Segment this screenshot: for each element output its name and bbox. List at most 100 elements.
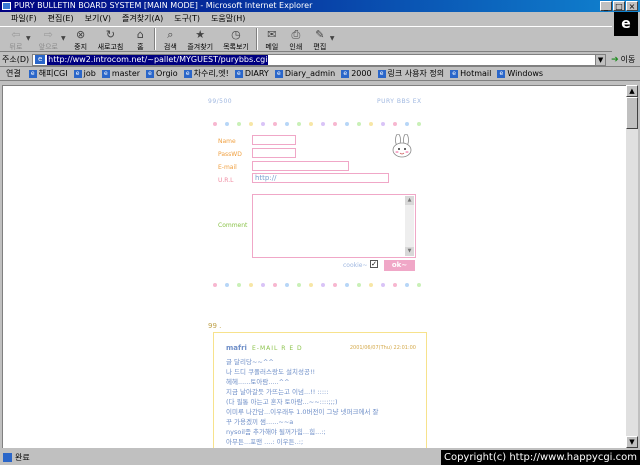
post-counter: 99/500 <box>208 98 233 105</box>
divider-dot <box>213 122 217 126</box>
post-author[interactable]: mafri <box>226 344 247 352</box>
back-button[interactable]: ⇦ 뒤로 <box>4 26 28 52</box>
link-item[interactable]: e DIARY <box>234 69 269 78</box>
stop-button[interactable]: ⊗ 중지 <box>69 26 93 52</box>
forward-dropdown-icon[interactable]: ▼ <box>61 35 66 42</box>
address-label: 주소(D) <box>2 55 30 64</box>
go-arrow-icon: ➔ <box>611 54 619 65</box>
link-page-icon: e <box>341 69 350 78</box>
link-page-icon: e <box>28 69 37 78</box>
post-card: mafri E-MAIL R E D 2001/06/07(Thu) 22:01… <box>213 332 427 448</box>
bunny-icon <box>392 134 412 158</box>
page-icon: e <box>35 55 46 64</box>
divider-dot <box>249 283 253 287</box>
link-page-icon: e <box>146 69 155 78</box>
divider-dot <box>345 283 349 287</box>
forward-button[interactable]: ⇨ 앞으로 <box>34 26 63 52</box>
post-number: 99 . <box>208 322 222 330</box>
dot-divider-top <box>213 122 421 126</box>
cookie-checkbox[interactable]: ✓ <box>370 260 378 268</box>
divider-dot <box>285 122 289 126</box>
menu-file[interactable]: 파일(F) <box>6 13 42 25</box>
menu-edit[interactable]: 편집(E) <box>43 13 79 25</box>
post-line: nysoil좀 추가해야 될꺼가힘...힘...:; <box>226 428 326 436</box>
divider-dot <box>297 122 301 126</box>
scroll-down-icon[interactable]: ▼ <box>626 436 638 448</box>
menu-favorites[interactable]: 즐겨찾기(A) <box>117 13 168 25</box>
divider-dot <box>309 283 313 287</box>
comment-textarea[interactable]: ▲ ▼ <box>252 194 416 258</box>
divider-dot <box>321 283 325 287</box>
edit-button[interactable]: ✎ 편집 <box>308 26 332 52</box>
title-bar: PURY BULLETIN BOARD SYSTEM [MAIN MODE] -… <box>0 0 640 12</box>
name-input[interactable] <box>252 135 296 145</box>
divider-dot <box>333 122 337 126</box>
link-item[interactable]: e 해피CGI <box>28 68 68 79</box>
url-input[interactable]: http:// <box>252 173 389 183</box>
history-button[interactable]: ◷ 목록보기 <box>218 26 254 52</box>
link-item[interactable]: e Windows <box>497 69 543 78</box>
scroll-up-icon[interactable]: ▲ <box>626 85 638 97</box>
link-item[interactable]: e Hotmail <box>450 69 491 78</box>
toolbar: ⇦ 뒤로 ▼ ⇨ 앞으로 ▼ ⊗ 중지 ↻ 새로고침 ⌂ 홈 ⌕ 검색 ★ 즐겨… <box>0 26 612 52</box>
refresh-button[interactable]: ↻ 새로고침 <box>93 26 129 52</box>
favorites-folder-icon: ★ <box>195 28 206 41</box>
password-input[interactable] <box>252 148 296 158</box>
maximize-button[interactable]: □ <box>613 1 625 11</box>
mail-icon: ✉ <box>267 28 277 41</box>
address-dropdown-icon[interactable]: ▼ <box>595 53 607 66</box>
page-scrollbar[interactable]: ▲ ▼ <box>626 85 638 448</box>
link-item[interactable]: e 링크 사용자 정의 <box>377 68 444 79</box>
link-item[interactable]: e Orgio <box>146 69 178 78</box>
link-item[interactable]: e job <box>73 69 96 78</box>
close-button[interactable]: × <box>626 1 638 11</box>
edit-dropdown-icon[interactable]: ▼ <box>330 35 335 42</box>
divider-dot <box>297 283 301 287</box>
link-item[interactable]: e Diary_admin <box>274 69 335 78</box>
divider-dot <box>405 283 409 287</box>
link-page-icon: e <box>377 69 386 78</box>
toolbar-separator <box>154 28 157 50</box>
menu-tools[interactable]: 도구(T) <box>169 13 205 25</box>
divider-dot <box>333 283 337 287</box>
post-line: (다 필통 아는고 혼자 토아람...~~::::;;;) <box>226 398 338 406</box>
go-button[interactable]: ➔ 이동 <box>611 54 635 65</box>
home-button[interactable]: ⌂ 홈 <box>128 26 152 52</box>
link-page-icon: e <box>183 69 192 78</box>
divider-dot <box>261 283 265 287</box>
bbs-title: PURY BBS EX <box>377 98 422 105</box>
menu-help[interactable]: 도움말(H) <box>206 13 250 25</box>
printer-icon: ⎙ <box>291 28 301 41</box>
scroll-up-icon[interactable]: ▲ <box>405 196 414 205</box>
favorites-button[interactable]: ★ 즐겨찾기 <box>182 26 218 52</box>
link-page-icon: e <box>234 69 243 78</box>
post-actions[interactable]: E-MAIL R E D <box>252 345 303 352</box>
divider-dot <box>417 283 421 287</box>
address-url: http://ww2.introcom.net/~pallet/MYGUEST/… <box>47 54 269 65</box>
back-dropdown-icon[interactable]: ▼ <box>26 35 31 42</box>
stop-icon: ⊗ <box>75 28 86 41</box>
print-button[interactable]: ⎙ 인쇄 <box>284 26 308 52</box>
scroll-down-icon[interactable]: ▼ <box>405 247 414 256</box>
email-input[interactable] <box>252 161 349 171</box>
divider-dot <box>225 122 229 126</box>
mail-button[interactable]: ✉ 메일 <box>260 26 284 52</box>
post-line: 이미루 나간담...이우래두 1.0버전이 그냥 넷퍼크에서 잘 <box>226 408 379 416</box>
divider-dot <box>273 283 277 287</box>
link-item[interactable]: e master <box>101 69 140 78</box>
search-icon: ⌕ <box>167 28 174 41</box>
menu-view[interactable]: 보기(V) <box>80 13 116 25</box>
divider-dot <box>393 122 397 126</box>
ok-button[interactable]: ok~ <box>384 260 415 271</box>
link-item[interactable]: e 2000 <box>341 69 372 78</box>
divider-dot <box>417 122 421 126</box>
link-item[interactable]: e 차수리,엣! <box>183 68 229 79</box>
back-arrow-icon: ⇦ <box>11 28 21 41</box>
comment-scrollbar[interactable]: ▲ ▼ <box>405 196 414 256</box>
scroll-thumb[interactable] <box>626 97 638 129</box>
password-label: PassWD <box>218 151 242 158</box>
search-button[interactable]: ⌕ 검색 <box>158 26 182 52</box>
address-input[interactable]: e http://ww2.introcom.net/~pallet/MYGUES… <box>32 53 596 66</box>
minimize-button[interactable]: _ <box>600 1 612 11</box>
page-viewport: 99/500 PURY BBS EX Name PassWD E-mail U.… <box>2 85 626 448</box>
